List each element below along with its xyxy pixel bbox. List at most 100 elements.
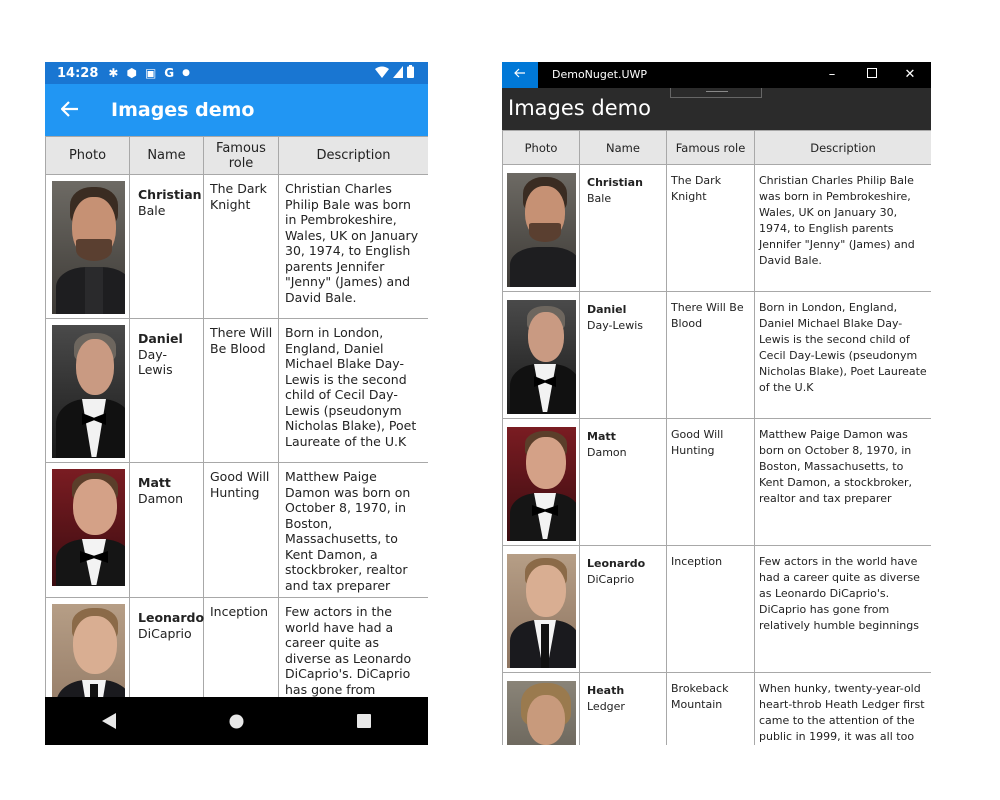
shield-icon: ⬢: [126, 66, 137, 80]
battery-icon: [407, 65, 414, 78]
table-row[interactable]: Christian Bale The Dark Knight Christian …: [45, 174, 428, 319]
name-cell: Matt Damon: [579, 418, 667, 546]
first-name: Heath: [587, 684, 625, 697]
photo-cell: [45, 462, 130, 598]
nav-back-icon[interactable]: [101, 713, 116, 729]
description-cell: Christian Charles Philip Bale was born i…: [278, 174, 428, 319]
first-name: Daniel: [138, 331, 183, 346]
description-cell: When hunky, twenty-year-old heart-throb …: [754, 672, 931, 745]
role-cell: Good Will Hunting: [666, 418, 755, 546]
actor-photo-damon: [507, 427, 576, 541]
drag-handle[interactable]: [670, 88, 762, 98]
photo-cell: [502, 164, 580, 292]
actor-photo-ledger: [507, 681, 576, 745]
column-header-photo[interactable]: Photo: [45, 136, 130, 175]
android-device: 14:28 ✱ ⬢ ▣ G ● Images demo Photo Name F…: [45, 62, 428, 745]
last-name: Bale: [138, 202, 166, 218]
actor-photo-day-lewis: [52, 325, 125, 458]
page-title: Images demo: [111, 99, 255, 121]
first-name: Christian: [587, 176, 643, 189]
name-cell: Matt Damon: [129, 462, 204, 598]
column-header-description[interactable]: Description: [278, 136, 428, 175]
name-cell: Christian Bale: [579, 164, 667, 292]
role-cell: The Dark Knight: [203, 174, 279, 319]
role-cell: Good Will Hunting: [203, 462, 279, 598]
actor-photo-damon: [52, 469, 125, 586]
maximize-icon: [867, 68, 877, 78]
name-cell: Daniel Day-Lewis: [129, 318, 204, 463]
photo-cell: [502, 291, 580, 419]
last-name: DiCaprio: [138, 625, 192, 641]
column-header-name[interactable]: Name: [129, 136, 204, 175]
last-name: Day-Lewis: [587, 319, 643, 332]
description-cell: Matthew Paige Damon was born on October …: [278, 462, 428, 598]
table-row[interactable]: Heath Ledger Brokeback Mountain When hunk…: [502, 672, 931, 745]
page-title: Images demo: [508, 96, 651, 120]
actor-photo-bale: [507, 173, 576, 287]
last-name: Ledger: [587, 700, 625, 713]
role-cell: There Will Be Blood: [666, 291, 755, 419]
last-name: Damon: [587, 446, 627, 459]
first-name: Daniel: [587, 303, 627, 316]
role-cell: Brokeback Mountain: [666, 672, 755, 745]
table-header-row: Photo Name Famous role Description: [45, 136, 428, 175]
minimize-button[interactable]: –: [814, 62, 850, 88]
photo-cell: [502, 545, 580, 673]
column-header-description[interactable]: Description: [754, 130, 931, 165]
table-row[interactable]: Matt Damon Good Will Hunting Matthew Paig…: [45, 462, 428, 598]
column-header-role[interactable]: Famous role: [203, 136, 279, 175]
description-cell: Few actors in the world have had a caree…: [754, 545, 931, 673]
arrow-left-icon: [60, 100, 78, 117]
maximize-button[interactable]: [854, 62, 890, 88]
first-name: Christian: [138, 187, 202, 202]
table-row[interactable]: Daniel Day-Lewis There Will Be Blood Born…: [502, 291, 931, 419]
image-icon: ▣: [144, 66, 157, 80]
photo-cell: [502, 418, 580, 546]
table-row[interactable]: Christian Bale The Dark Knight Christian …: [502, 164, 931, 292]
status-time: 14:28: [57, 65, 99, 81]
arrow-left-icon: [514, 68, 525, 78]
uwp-page-header: Images demo: [502, 88, 931, 130]
first-name: Matt: [138, 475, 171, 490]
photo-cell: [45, 174, 130, 319]
nav-home-icon[interactable]: [229, 714, 244, 729]
back-button[interactable]: [45, 98, 95, 123]
description-cell: Matthew Paige Damon was born on October …: [754, 418, 931, 546]
name-cell: Heath Ledger: [579, 672, 667, 745]
table-header-row: Photo Name Famous role Description: [502, 130, 931, 165]
actor-photo-dicaprio: [507, 554, 576, 668]
actor-photo-bale: [52, 181, 125, 314]
role-cell: Inception: [666, 545, 755, 673]
table-row[interactable]: Leonardo DiCaprio Inception Few actors in…: [502, 545, 931, 673]
google-g-icon: G: [164, 66, 175, 80]
uwp-window: DemoNuget.UWP – ✕ Images demo Photo Name…: [502, 62, 931, 745]
name-cell: Daniel Day-Lewis: [579, 291, 667, 419]
first-name: Matt: [587, 430, 616, 443]
last-name: Day-Lewis: [138, 346, 173, 378]
signal-icon: [393, 65, 403, 78]
android-app-bar: Images demo: [45, 84, 428, 136]
name-cell: Christian Bale: [129, 174, 204, 319]
minimize-icon: –: [828, 67, 836, 82]
column-header-name[interactable]: Name: [579, 130, 667, 165]
uwp-data-grid: Photo Name Famous role Description Chris…: [502, 130, 931, 745]
drag-handle-grip: [706, 91, 728, 92]
role-cell: There Will Be Blood: [203, 318, 279, 463]
role-cell: The Dark Knight: [666, 164, 755, 292]
window-title: DemoNuget.UWP: [552, 68, 648, 81]
column-header-role[interactable]: Famous role: [666, 130, 755, 165]
table-row[interactable]: Matt Damon Good Will Hunting Matthew Paig…: [502, 418, 931, 546]
close-button[interactable]: ✕: [892, 62, 928, 88]
first-name: Leonardo: [138, 610, 205, 625]
last-name: DiCaprio: [587, 573, 635, 586]
close-icon: ✕: [904, 67, 916, 82]
nav-recents-icon[interactable]: [357, 714, 372, 728]
table-row[interactable]: Daniel Day-Lewis There Will Be Blood Born…: [45, 318, 428, 463]
column-header-photo[interactable]: Photo: [502, 130, 580, 165]
photo-cell: [45, 318, 130, 463]
last-name: Damon: [138, 490, 184, 506]
uwp-back-button[interactable]: [502, 62, 538, 88]
gear-icon: ✱: [108, 66, 119, 80]
android-navigation-bar: [45, 697, 428, 745]
name-cell: Leonardo DiCaprio: [579, 545, 667, 673]
